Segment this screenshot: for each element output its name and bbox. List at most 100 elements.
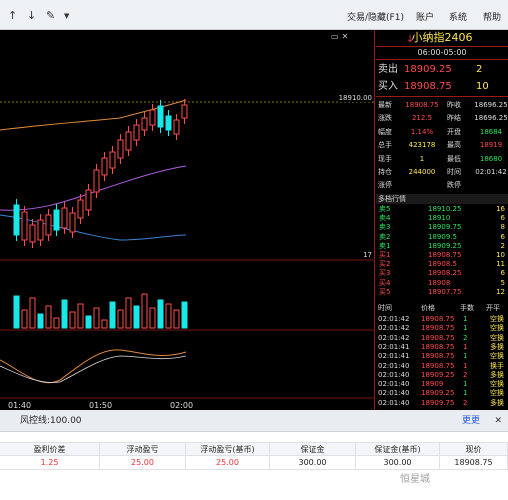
trade-row: 02:01:41 18908.75 1 多换 [376, 343, 508, 352]
arrow-down-icon[interactable]: ↓ [27, 9, 36, 22]
volume-bar [29, 297, 36, 329]
right-axis-label: 17 [363, 251, 372, 259]
bid-volume: 10 [476, 81, 489, 92]
trade-time: 02:01:40 [378, 361, 410, 370]
ladder-row[interactable]: 卖5 18910.25 16 [376, 205, 508, 214]
stat-label: 持仓 [378, 168, 392, 176]
ladder-row[interactable]: 卖2 18909.5 6 [376, 233, 508, 242]
level-name: 卖4 [379, 214, 391, 223]
stat-label: 时间 [447, 168, 461, 176]
level-name: 卖5 [379, 205, 391, 213]
table-cell: 18908.75 [440, 456, 508, 470]
trade-qty: 2 [463, 398, 468, 407]
volume-bar [149, 307, 156, 329]
volume-bar [133, 305, 140, 329]
table-cell: 25.00 [186, 456, 270, 470]
column-header[interactable]: 保证金 [270, 443, 356, 457]
table-row[interactable]: 1.25 25.00 25.00 300.00 300.00 18908.75 [0, 456, 508, 470]
trade-price: 18908.75 [421, 324, 455, 333]
stat-right-6: 跌停 [447, 179, 508, 191]
trade-price: 18908.75 [421, 315, 455, 323]
candle [85, 189, 92, 211]
level-qty: 6 [500, 269, 505, 278]
volume-bar [61, 299, 68, 329]
trade-type: 多换 [490, 370, 504, 379]
menu-system[interactable]: 系统 [449, 10, 467, 23]
candle [117, 139, 124, 159]
trade-qty: 2 [463, 333, 468, 342]
level-price: 18908.75 [428, 251, 462, 259]
ladder-row[interactable]: 买2 18908.5 11 [376, 260, 508, 269]
candlestick-chart[interactable]: 18910.00 17 01:40 01:50 02:00 [0, 30, 375, 410]
ask-volume: 2 [476, 64, 483, 75]
volume-bar [85, 315, 92, 329]
menu-account[interactable]: 账户 [416, 10, 434, 23]
trade-type: 空换 [490, 324, 504, 333]
candle [125, 131, 132, 151]
trade-row: 02:01:42 18908.75 1 空换 [376, 324, 508, 333]
ladder-row[interactable]: 买4 18908 5 [376, 279, 508, 288]
trade-price: 18908.75 [421, 352, 455, 361]
bid-row[interactable]: 买入 18908.75 10 [376, 80, 508, 94]
ladder-row[interactable]: 买5 18907.75 12 [376, 288, 508, 297]
level-qty: 16 [496, 205, 505, 213]
column-header[interactable]: 盈利价差 [0, 443, 100, 457]
level-qty: 5 [500, 278, 505, 287]
trade-type: 多换 [490, 398, 504, 407]
stat-label: 总手 [378, 141, 392, 150]
level-name: 卖2 [379, 232, 391, 241]
close-icon[interactable]: ✕ [494, 410, 502, 432]
column-header[interactable]: 现价 [440, 443, 508, 457]
ladder-row[interactable]: 买3 18908.25 6 [376, 269, 508, 278]
column-header[interactable]: 浮动盈亏 [100, 443, 186, 457]
dropdown-caret-icon[interactable]: ▼ [64, 12, 69, 20]
arrow-up-icon[interactable]: ↑ [8, 9, 17, 22]
candle [173, 119, 180, 135]
level-name: 买4 [379, 278, 391, 287]
top-toolbar: ↑ ↓ ✎ ▼ 交易/隐藏(F1) 账户 系统 帮助 [0, 0, 508, 30]
stat-right-1: 昨结 18696.25 [447, 112, 508, 124]
volume-bar [13, 295, 20, 329]
minimize-icon[interactable]: ▭ [331, 32, 342, 41]
candle [101, 157, 108, 176]
candle [69, 212, 76, 233]
table-cell: 300.00 [356, 456, 440, 470]
chart-canvas [0, 99, 375, 399]
pencil-icon[interactable]: ✎ [46, 9, 55, 22]
ladder-row[interactable]: 买1 18908.75 10 [376, 251, 508, 260]
trade-time: 02:01:41 [378, 352, 410, 361]
volume-bar [157, 299, 164, 329]
volume-bar [101, 319, 108, 329]
bid-price: 18908.75 [404, 81, 452, 92]
column-header[interactable]: 浮动盈亏(基币) [186, 443, 270, 457]
stat-left-3: 总手 423178 [378, 139, 444, 151]
trade-qty: 1 [463, 361, 468, 370]
quote-panel: ↓ 小纳指2406 06:00-05:00 卖出 18909.25 2 买入 1… [376, 30, 508, 410]
trade-time: 02:01:40 [378, 398, 410, 407]
bid-label: 买入 [378, 81, 398, 92]
trade-row: 02:01:40 18909.75 2 多换 [376, 399, 508, 408]
candle [61, 207, 68, 229]
trade-row: 02:01:42 18908.75 1 空换 [376, 315, 508, 324]
close-icon[interactable]: ✕ [342, 32, 352, 41]
volume-bar [37, 313, 44, 329]
menu-help[interactable]: 帮助 [483, 10, 501, 23]
column-header[interactable]: 保证金(基币) [356, 443, 440, 457]
level-qty: 6 [500, 214, 505, 223]
ask-row[interactable]: 卖出 18909.25 2 [376, 63, 508, 77]
level-price: 18909.5 [428, 232, 457, 241]
trade-price: 18908.75 [421, 333, 455, 342]
ladder-row[interactable]: 卖1 18909.25 2 [376, 242, 508, 251]
stat-label: 跌停 [447, 181, 461, 190]
stat-value: 423178 [408, 141, 436, 150]
table-cell: 1.25 [0, 456, 100, 470]
time-label-0150: 01:50 [89, 401, 113, 410]
level-price: 18907.75 [428, 287, 462, 296]
trade-type: 空换 [490, 333, 504, 342]
menu-trade-toggle[interactable]: 交易/隐藏(F1) [347, 10, 404, 23]
risk-bar: 风控线:100.00 更更 ✕ [0, 410, 508, 432]
level-name: 买3 [379, 269, 391, 278]
ladder-row[interactable]: 卖4 18910 6 [376, 214, 508, 223]
ladder-row[interactable]: 卖3 18909.75 8 [376, 223, 508, 232]
risk-link[interactable]: 更更 [462, 410, 480, 432]
